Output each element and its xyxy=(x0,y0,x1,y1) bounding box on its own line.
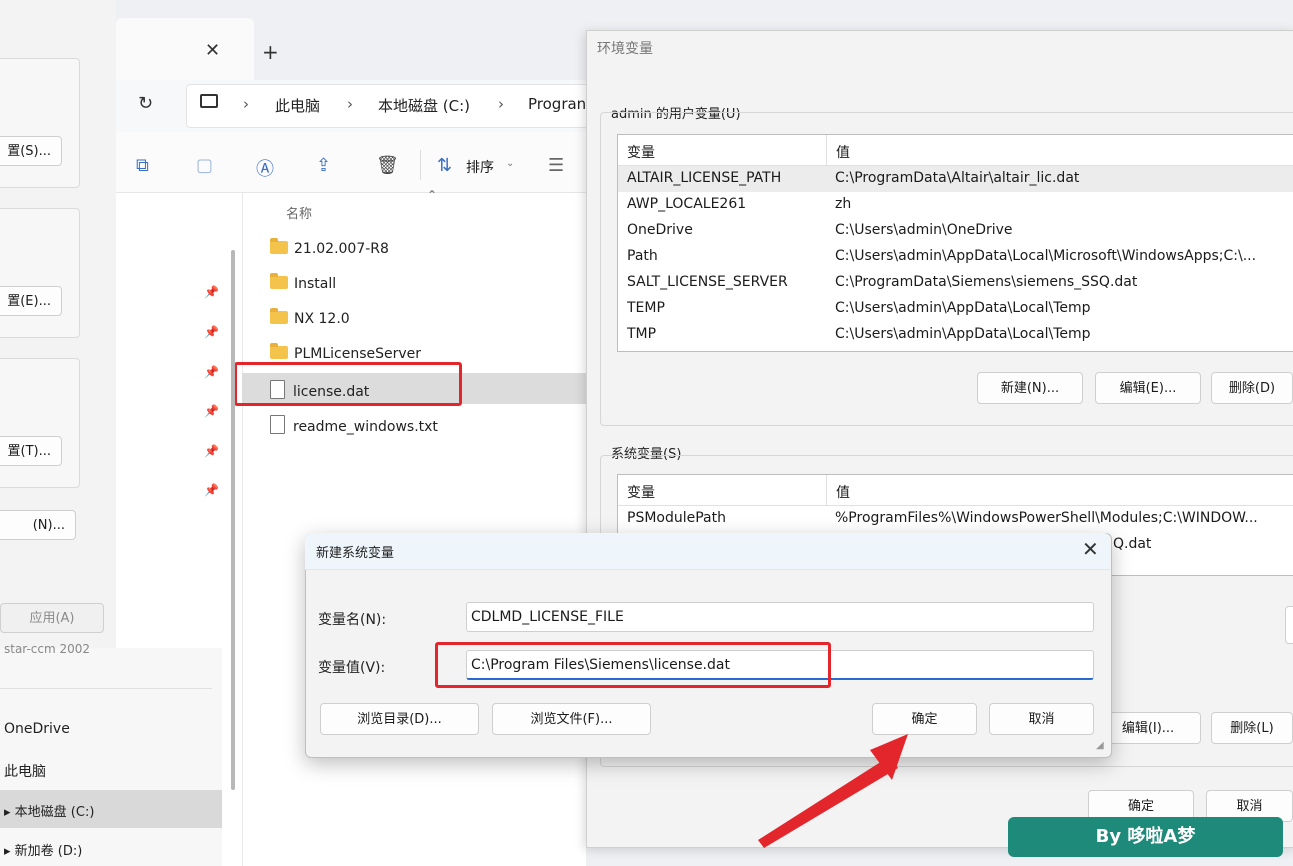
file-row[interactable]: readme_windows.txt xyxy=(270,415,438,435)
nav-scrollbar[interactable] xyxy=(231,250,235,790)
browse-file-button[interactable]: 浏览文件(F)... xyxy=(492,703,651,735)
copy-icon[interactable]: ⧉ xyxy=(136,155,149,176)
new-tab-icon[interactable]: + xyxy=(262,40,279,64)
nav-item-this-pc[interactable]: 此电脑 xyxy=(4,761,46,781)
folder-icon xyxy=(270,343,288,359)
list-header: 变量 值 xyxy=(618,135,1293,166)
sort-button[interactable]: 排序 xyxy=(466,157,494,177)
chevron-right-icon: ▸ xyxy=(4,805,15,820)
column-header-name[interactable]: 名称 xyxy=(286,203,312,222)
table-row[interactable]: ALTAIR_LICENSE_PATH C:\ProgramData\Altai… xyxy=(618,166,1293,192)
dialog-title: 新建系统变量 xyxy=(316,546,395,561)
chevron-down-icon: ⌄ xyxy=(506,158,515,169)
dialog-titlebar[interactable] xyxy=(305,533,1110,570)
watermark-badge: By 哆啦A梦 xyxy=(1008,817,1283,857)
group-box xyxy=(0,58,80,188)
pin-icon[interactable]: 📌 xyxy=(204,325,219,339)
env-vars-button[interactable]: (N)... xyxy=(0,510,76,540)
settings-e-button[interactable]: 置(E)... xyxy=(0,286,62,316)
toolbar-divider xyxy=(420,150,421,180)
column-header-value[interactable]: 值 xyxy=(836,142,850,162)
document-icon xyxy=(270,415,285,434)
user-delete-button[interactable]: 删除(D) xyxy=(1211,372,1293,404)
table-row[interactable]: OneDrive C:\Users\admin\OneDrive xyxy=(618,218,1293,244)
window-title: 环境变量 xyxy=(597,41,653,57)
view-icon[interactable]: ☰ xyxy=(548,155,564,176)
sort-icon: ⇅ xyxy=(437,155,453,176)
folder-icon xyxy=(270,273,288,289)
breadcrumb-this-pc[interactable]: 此电脑 xyxy=(275,95,320,116)
close-icon[interactable]: ✕ xyxy=(1082,537,1099,561)
computer-icon xyxy=(200,94,218,108)
chevron-right-icon: › xyxy=(243,95,249,113)
user-vars-list[interactable]: 变量 值 ALTAIR_LICENSE_PATH C:\ProgramData\… xyxy=(617,134,1293,352)
annotation-arrow-icon xyxy=(758,734,908,848)
pane-divider xyxy=(242,192,243,866)
column-divider xyxy=(826,135,827,165)
column-header-variable[interactable]: 变量 xyxy=(627,142,655,162)
share-icon[interactable]: ⇪ xyxy=(316,155,331,176)
explorer-tab-bar xyxy=(116,0,586,80)
folder-icon xyxy=(270,238,288,254)
table-row[interactable]: Path C:\Users\admin\AppData\Local\Micros… xyxy=(618,244,1293,270)
variable-value-label: 变量值(V): xyxy=(318,660,386,676)
variable-name-label: 变量名(N): xyxy=(318,612,387,628)
explorer-tab[interactable] xyxy=(116,18,254,80)
list-header: 变量 值 xyxy=(618,475,1293,506)
pin-icon[interactable]: 📌 xyxy=(204,404,219,418)
scroll-stub[interactable] xyxy=(1285,606,1293,644)
nav-item-new-volume[interactable]: ▸ 新加卷 (D:) xyxy=(4,840,82,859)
group-box xyxy=(0,358,80,488)
highlight-box-license xyxy=(234,362,462,406)
dialog-cancel-button[interactable]: 取消 xyxy=(989,703,1094,735)
system-delete-button[interactable]: 删除(L) xyxy=(1211,712,1293,744)
group-box xyxy=(0,208,80,338)
variable-name-input[interactable]: CDLMD_LICENSE_FILE xyxy=(466,602,1094,632)
resize-grip-icon[interactable]: ◢ xyxy=(1096,740,1104,751)
table-row[interactable]: TEMP C:\Users\admin\AppData\Local\Temp xyxy=(618,296,1293,322)
highlight-box-value xyxy=(435,642,831,688)
breadcrumb-program[interactable]: Progran xyxy=(528,95,586,113)
file-row[interactable]: PLMLicenseServer xyxy=(270,343,421,362)
navigation-pane: star-ccm 2002 OneDrive 此电脑 ▸ 本地磁盘 (C:) ▸… xyxy=(0,642,222,866)
close-tab-icon[interactable]: ✕ xyxy=(205,40,220,61)
breadcrumb-local-disk[interactable]: 本地磁盘 (C:) xyxy=(378,95,470,116)
apply-button[interactable]: 应用(A) xyxy=(0,603,104,633)
file-row[interactable]: 21.02.007-R8 xyxy=(270,238,389,257)
nav-divider xyxy=(0,688,212,689)
nav-item-star-ccm[interactable]: star-ccm 2002 xyxy=(4,642,90,656)
pin-icon[interactable]: 📌 xyxy=(204,444,219,458)
table-row[interactable]: TMP C:\Users\admin\AppData\Local\Temp xyxy=(618,322,1293,348)
pin-icon[interactable]: 📌 xyxy=(204,365,219,379)
rename-icon[interactable]: Ⓐ xyxy=(256,155,274,181)
chevron-right-icon: › xyxy=(347,95,353,113)
sort-up-icon: ⌃ xyxy=(427,188,438,202)
refresh-icon[interactable]: ↻ xyxy=(138,93,153,114)
table-row[interactable]: SALT_LICENSE_SERVER C:\ProgramData\Sieme… xyxy=(618,270,1293,296)
settings-s-button[interactable]: 置(S)... xyxy=(0,136,62,166)
user-new-button[interactable]: 新建(N)... xyxy=(977,372,1083,404)
pin-icon[interactable]: 📌 xyxy=(204,483,219,497)
table-row[interactable]: PSModulePath %ProgramFiles%\WindowsPower… xyxy=(618,506,1293,532)
user-edit-button[interactable]: 编辑(E)... xyxy=(1095,372,1201,404)
column-header-value[interactable]: 值 xyxy=(836,482,850,502)
column-header-variable[interactable]: 变量 xyxy=(627,482,655,502)
system-properties-panel: 置(S)... 置(E)... 置(T)... (N)... 应用(A) xyxy=(0,0,117,648)
pin-icon[interactable]: 📌 xyxy=(204,285,219,299)
chevron-right-icon: › xyxy=(498,95,504,113)
file-row[interactable]: Install xyxy=(270,273,336,292)
settings-t-button[interactable]: 置(T)... xyxy=(0,436,62,466)
table-row[interactable]: AWP_LOCALE261 zh xyxy=(618,192,1293,218)
delete-icon[interactable]: 🗑 xyxy=(376,155,399,176)
column-divider xyxy=(826,475,827,505)
explorer-toolbar xyxy=(116,132,586,193)
browse-directory-button[interactable]: 浏览目录(D)... xyxy=(320,703,479,735)
file-row[interactable]: NX 12.0 xyxy=(270,308,350,327)
nav-item-local-disk[interactable]: ▸ 本地磁盘 (C:) xyxy=(4,801,94,820)
nav-item-onedrive[interactable]: OneDrive xyxy=(4,721,70,737)
folder-icon xyxy=(270,308,288,324)
chevron-right-icon: ▸ xyxy=(4,844,15,859)
paste-icon[interactable]: ▢ xyxy=(196,155,213,176)
